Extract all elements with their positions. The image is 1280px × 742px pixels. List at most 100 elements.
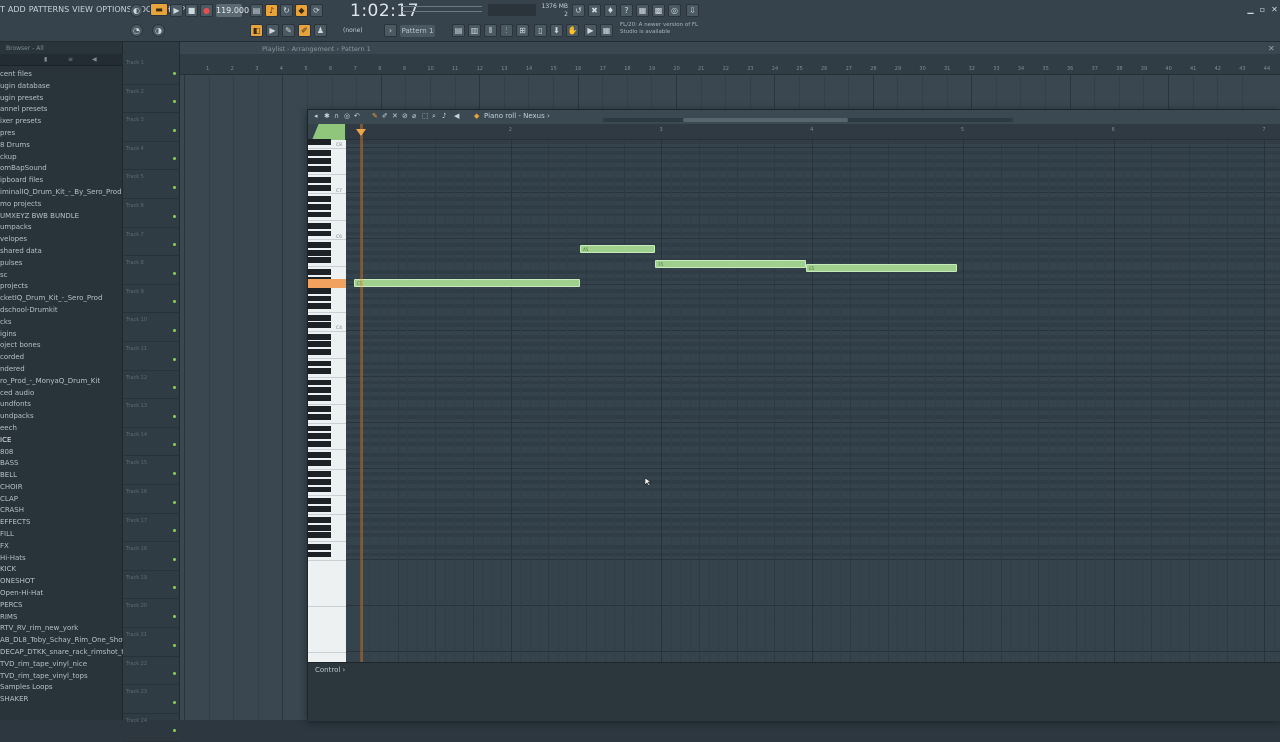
black-key[interactable] bbox=[308, 498, 331, 504]
browser-item[interactable]: ckup bbox=[0, 152, 123, 164]
typing-keyboard-icon[interactable]: ▤ bbox=[250, 4, 263, 17]
download-icon[interactable]: ⇩ bbox=[686, 4, 699, 17]
playlist-close-icon[interactable]: ✕ bbox=[1268, 44, 1275, 53]
folder-icon[interactable]: ▮ bbox=[44, 56, 47, 63]
brush-icon[interactable]: ✐ bbox=[382, 112, 388, 120]
track-header[interactable]: Track 16 bbox=[123, 485, 180, 514]
track-header[interactable]: Track 9 bbox=[123, 285, 180, 314]
browser-item[interactable]: UMXEYZ BWB BUNDLE bbox=[0, 211, 123, 223]
active-key[interactable] bbox=[308, 279, 346, 289]
black-key[interactable] bbox=[308, 360, 331, 367]
track-header[interactable]: Track 12 bbox=[123, 371, 180, 400]
track-header[interactable]: Track 21 bbox=[123, 628, 180, 657]
black-key[interactable] bbox=[308, 425, 331, 432]
track-header[interactable]: Track 11 bbox=[123, 342, 180, 371]
black-key[interactable] bbox=[308, 223, 331, 229]
black-key[interactable] bbox=[308, 532, 331, 539]
step-edit-icon[interactable]: ↻ bbox=[280, 4, 293, 17]
black-key[interactable] bbox=[308, 414, 331, 420]
browser-item[interactable]: iminalIQ_Drum_Kit_-_By_Sero_Prod bbox=[0, 187, 123, 199]
browser-item[interactable]: Samples Loops bbox=[0, 682, 123, 694]
track-header[interactable]: Track 5 bbox=[123, 170, 180, 199]
track-led-icon[interactable] bbox=[173, 71, 176, 75]
black-key[interactable] bbox=[308, 196, 331, 203]
browser-item[interactable]: sc bbox=[0, 270, 123, 282]
browser-item[interactable]: ced audio bbox=[0, 388, 123, 400]
stamp-icon[interactable]: ◎ bbox=[344, 112, 350, 120]
track-header[interactable]: Track 7 bbox=[123, 228, 180, 257]
brush-tool-icon[interactable]: ✐ bbox=[298, 24, 311, 37]
black-key[interactable] bbox=[308, 543, 331, 550]
pencil-tool-icon[interactable]: ✎ bbox=[282, 24, 295, 37]
browser-item[interactable]: ndered bbox=[0, 364, 123, 376]
track-led-icon[interactable] bbox=[173, 357, 176, 361]
track-header[interactable]: Track 17 bbox=[123, 514, 180, 543]
browser-item[interactable]: dschool-Drumkit bbox=[0, 305, 123, 317]
track-header[interactable]: Track 2 bbox=[123, 85, 180, 114]
black-key[interactable] bbox=[308, 268, 331, 275]
browser-item[interactable]: TVD_rim_tape_vinyl_nice bbox=[0, 659, 123, 671]
track-led-icon[interactable] bbox=[173, 529, 176, 533]
black-key[interactable] bbox=[308, 478, 331, 485]
mute-icon[interactable]: ⊘ bbox=[402, 112, 408, 120]
slice-icon[interactable]: ⌀ bbox=[412, 112, 416, 120]
black-key[interactable] bbox=[308, 177, 331, 183]
browser-item[interactable]: BELL bbox=[0, 470, 123, 482]
black-key[interactable] bbox=[308, 322, 331, 329]
recycle-icon[interactable]: ↺ bbox=[572, 4, 585, 17]
select-icon[interactable]: ⬚ bbox=[422, 112, 429, 120]
track-led-icon[interactable] bbox=[173, 614, 176, 618]
track-led-icon[interactable] bbox=[173, 500, 176, 504]
sort-icon[interactable]: ≡ bbox=[68, 56, 73, 63]
track-header[interactable]: Track 6 bbox=[123, 199, 180, 228]
track-led-icon[interactable] bbox=[173, 386, 176, 390]
black-key[interactable] bbox=[308, 394, 331, 401]
black-key[interactable] bbox=[308, 165, 331, 172]
black-key[interactable] bbox=[308, 314, 331, 321]
playhead-marker-icon[interactable] bbox=[356, 129, 366, 136]
black-key[interactable] bbox=[308, 242, 331, 248]
browser-item[interactable]: BASS bbox=[0, 458, 123, 470]
track-led-icon[interactable] bbox=[173, 128, 176, 132]
black-key[interactable] bbox=[308, 158, 331, 164]
browser-item[interactable]: annel presets bbox=[0, 104, 123, 116]
touch-keyboard-icon[interactable]: ✋ bbox=[566, 24, 579, 37]
metronome-icon[interactable]: ◐ bbox=[130, 4, 143, 17]
pencil-icon[interactable]: ✎ bbox=[372, 112, 378, 120]
browser-item[interactable]: DECAP_DTKK_snare_rack_rimshot_tap bbox=[0, 647, 123, 659]
track-header[interactable]: Track 24 bbox=[123, 714, 180, 742]
track-led-icon[interactable] bbox=[173, 586, 176, 590]
track-led-icon[interactable] bbox=[173, 157, 176, 161]
loop-record-icon[interactable]: ⟳ bbox=[310, 4, 323, 17]
black-key[interactable] bbox=[308, 341, 331, 348]
black-key[interactable] bbox=[308, 486, 331, 493]
help-icon[interactable]: ? bbox=[620, 4, 633, 17]
track-header[interactable]: Track 18 bbox=[123, 542, 180, 571]
browser-item[interactable]: corded bbox=[0, 352, 123, 364]
browser-view-icon[interactable]: ⊞ bbox=[516, 24, 529, 37]
browser-item[interactable]: pulses bbox=[0, 258, 123, 270]
menu-item-1[interactable]: ADD bbox=[8, 5, 26, 14]
chat-icon[interactable]: ◎ bbox=[668, 4, 681, 17]
track-led-icon[interactable] bbox=[173, 328, 176, 332]
browser-item[interactable]: AB_DL8_Toby_Schay_Rim_One_Shot_Attention bbox=[0, 635, 123, 647]
black-key[interactable] bbox=[308, 150, 331, 157]
black-key[interactable] bbox=[308, 524, 331, 531]
blend-notes-icon[interactable]: ◆ bbox=[295, 4, 308, 17]
browser-item[interactable]: shared data bbox=[0, 246, 123, 258]
black-key[interactable] bbox=[308, 459, 331, 466]
browser-arrow-icon[interactable]: ◀ bbox=[92, 56, 97, 63]
menu-item-3[interactable]: VIEW bbox=[72, 5, 93, 14]
track-led-icon[interactable] bbox=[173, 672, 176, 676]
plugin-picker-icon[interactable]: ⬇ bbox=[550, 24, 563, 37]
browser-item[interactable]: FILL bbox=[0, 529, 123, 541]
browser-item[interactable]: undpacks bbox=[0, 411, 123, 423]
black-key[interactable] bbox=[308, 139, 331, 145]
black-key[interactable] bbox=[308, 295, 331, 302]
piano-view-icon[interactable]: ⫶ bbox=[500, 24, 513, 37]
delete-icon[interactable]: ✕ bbox=[392, 112, 398, 120]
cpu-icon[interactable]: ▶ bbox=[584, 24, 597, 37]
browser-item[interactable]: RTV_RV_rim_new_york bbox=[0, 623, 123, 635]
track-header[interactable]: Track 10 bbox=[123, 313, 180, 342]
browser-item[interactable]: Open-Hi-Hat bbox=[0, 588, 123, 600]
